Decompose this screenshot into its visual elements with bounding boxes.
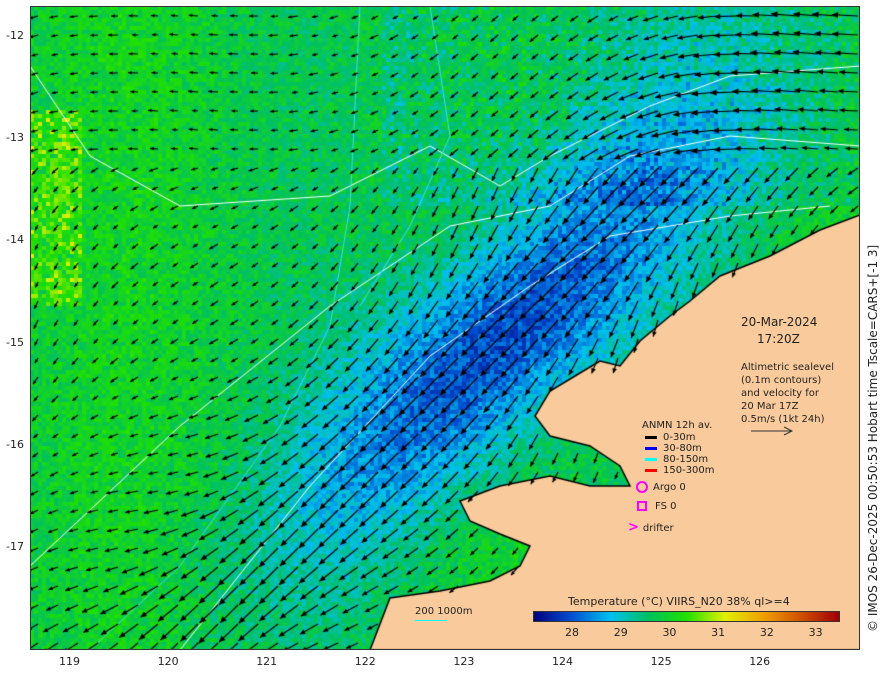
colorbar-tick-label: 33 bbox=[808, 626, 823, 639]
colorbar-tick-label: 28 bbox=[564, 626, 579, 639]
desc-line: Altimetric sealevel bbox=[741, 362, 834, 373]
lon-tick-label: 123 bbox=[453, 655, 475, 668]
lat-tick-label: -16 bbox=[6, 437, 24, 451]
map-figure: 119 120 121 122 123 124 125 126 -12 -13 -14 -15 -16… bbox=[0, 0, 880, 680]
isobath-legend: 200 1000m bbox=[415, 606, 473, 617]
lat-tick-label: -12 bbox=[6, 29, 24, 42]
colorbar-tick-label: 31 bbox=[711, 626, 726, 639]
drifter-chevron-icon: > bbox=[628, 520, 639, 535]
date-label: 20-Mar-2024 bbox=[741, 315, 818, 329]
desc-line: (0.1m contours) bbox=[741, 375, 822, 386]
time-label: 17:20Z bbox=[757, 332, 800, 346]
arrow-swatch-icon bbox=[645, 468, 657, 472]
legend-item: 80-150m bbox=[645, 454, 708, 465]
desc-line: and velocity for bbox=[741, 388, 820, 399]
fs-legend: FS 0 bbox=[637, 501, 676, 512]
legend-item: 0-30m bbox=[645, 432, 695, 443]
legend-item: 150-300m bbox=[645, 465, 715, 476]
legend-label: 80-150m bbox=[663, 454, 709, 465]
lon-tick-label: 125 bbox=[650, 655, 672, 668]
lat-tick-label: -13 bbox=[6, 131, 24, 145]
colorbar-tick-label: 30 bbox=[662, 626, 677, 639]
lat-tick-label: -15 bbox=[6, 335, 24, 349]
argo-legend: Argo 0 bbox=[636, 481, 686, 493]
lat-tick-label: -14 bbox=[6, 233, 24, 247]
legend-label: 150-300m bbox=[663, 465, 715, 476]
isobath-swatch bbox=[415, 620, 447, 621]
colorbar-tick-label: 32 bbox=[759, 626, 774, 639]
argo-label: Argo 0 bbox=[653, 482, 686, 493]
colorbar bbox=[533, 611, 840, 622]
map-frame bbox=[30, 6, 860, 650]
argo-circle-icon bbox=[636, 481, 648, 493]
colorbar-title: Temperature (°C) VIIRS_N20 38% ql>=4 bbox=[568, 595, 790, 608]
legend-label: 0-30m bbox=[663, 432, 696, 443]
legend-item: 30-80m bbox=[645, 443, 702, 454]
legend-title: ANMN 12h av. bbox=[642, 420, 713, 431]
legend-label: 30-80m bbox=[663, 443, 702, 454]
arrow-swatch-icon bbox=[645, 435, 657, 439]
lat-tick-label: -17 bbox=[6, 540, 24, 553]
fs-label: FS 0 bbox=[655, 501, 677, 512]
lon-tick-label: 124 bbox=[552, 655, 573, 668]
credit-text: © IMOS 26-Dec-2025 00:50:53 Hobart time … bbox=[866, 244, 880, 632]
scale-arrow-icon bbox=[751, 426, 794, 436]
drifter-label: drifter bbox=[642, 523, 674, 534]
lon-tick-label: 120 bbox=[157, 655, 179, 668]
lon-tick-label: 126 bbox=[749, 655, 771, 668]
drifter-legend: > drifter bbox=[628, 520, 674, 535]
colorbar-tick-label: 29 bbox=[613, 626, 628, 639]
desc-line: 20 Mar 17Z bbox=[741, 401, 799, 412]
arrow-swatch-icon bbox=[645, 457, 657, 461]
fs-square-icon bbox=[637, 501, 647, 511]
velocity-description: Altimetric sealevel (0.1m contours) and … bbox=[741, 361, 834, 426]
lon-tick-label: 119 bbox=[59, 655, 80, 668]
arrow-swatch-icon bbox=[645, 446, 657, 450]
lon-tick-label: 122 bbox=[354, 655, 376, 668]
lon-tick-label: 121 bbox=[256, 655, 278, 668]
